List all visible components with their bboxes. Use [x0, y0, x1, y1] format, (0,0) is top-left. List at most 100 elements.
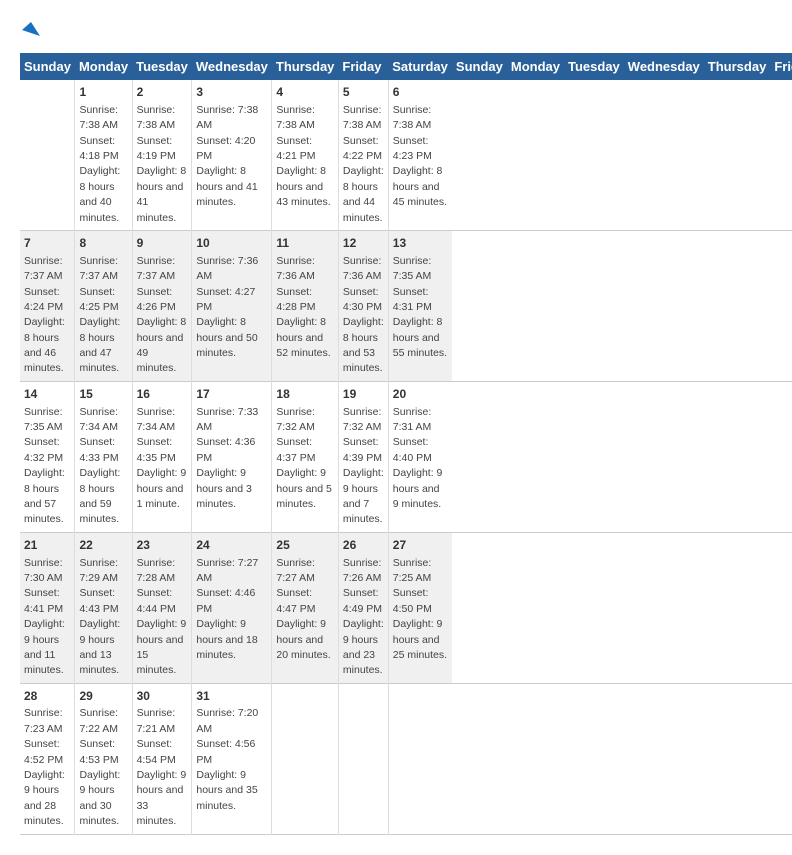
- col-header-wednesday: Wednesday: [624, 53, 704, 80]
- week-row-1: 1 Sunrise: 7:38 AM Sunset: 4:18 PM Dayli…: [20, 80, 792, 230]
- sunrise-text: Sunrise: 7:26 AM: [343, 557, 382, 584]
- sunset-text: Sunset: 4:37 PM: [276, 436, 315, 463]
- daylight-text: Daylight: 8 hours and 50 minutes.: [196, 316, 257, 359]
- daylight-text: Daylight: 9 hours and 23 minutes.: [343, 618, 384, 676]
- day-cell-14: 14 Sunrise: 7:35 AM Sunset: 4:32 PM Dayl…: [20, 381, 75, 532]
- day-number: 30: [137, 688, 188, 705]
- daylight-text: Daylight: 9 hours and 30 minutes.: [79, 769, 120, 827]
- daylight-text: Daylight: 8 hours and 49 minutes.: [137, 316, 187, 374]
- sunset-text: Sunset: 4:41 PM: [24, 587, 63, 614]
- sunrise-text: Sunrise: 7:32 AM: [276, 406, 315, 433]
- sunset-text: Sunset: 4:47 PM: [276, 587, 315, 614]
- sunrise-text: Sunrise: 7:27 AM: [196, 557, 258, 584]
- sunset-text: Sunset: 4:54 PM: [137, 738, 176, 765]
- daylight-text: Daylight: 8 hours and 59 minutes.: [79, 467, 120, 525]
- daylight-text: Daylight: 9 hours and 28 minutes.: [24, 769, 65, 827]
- sunrise-text: Sunrise: 7:34 AM: [137, 406, 176, 433]
- day-number: 11: [276, 235, 334, 252]
- calendar-table: SundayMondayTuesdayWednesdayThursdayFrid…: [20, 53, 792, 835]
- sunrise-text: Sunrise: 7:33 AM: [196, 406, 258, 433]
- day-cell-1: 1 Sunrise: 7:38 AM Sunset: 4:18 PM Dayli…: [75, 80, 132, 230]
- day-number: 26: [343, 537, 384, 554]
- sunrise-text: Sunrise: 7:23 AM: [24, 707, 63, 734]
- day-number: 25: [276, 537, 334, 554]
- sunset-text: Sunset: 4:44 PM: [137, 587, 176, 614]
- header-sunday: Sunday: [20, 53, 75, 80]
- day-cell-19: 19 Sunrise: 7:32 AM Sunset: 4:39 PM Dayl…: [338, 381, 388, 532]
- day-cell-26: 26 Sunrise: 7:26 AM Sunset: 4:49 PM Dayl…: [338, 532, 388, 683]
- empty-cell: [272, 683, 339, 834]
- sunset-text: Sunset: 4:28 PM: [276, 286, 315, 313]
- day-cell-15: 15 Sunrise: 7:34 AM Sunset: 4:33 PM Dayl…: [75, 381, 132, 532]
- sunrise-text: Sunrise: 7:35 AM: [393, 255, 432, 282]
- daylight-text: Daylight: 8 hours and 52 minutes.: [276, 316, 330, 359]
- sunset-text: Sunset: 4:35 PM: [137, 436, 176, 463]
- daylight-text: Daylight: 8 hours and 43 minutes.: [276, 165, 330, 208]
- daylight-text: Daylight: 8 hours and 41 minutes.: [196, 165, 257, 208]
- day-cell-4: 4 Sunrise: 7:38 AM Sunset: 4:21 PM Dayli…: [272, 80, 339, 230]
- day-cell-25: 25 Sunrise: 7:27 AM Sunset: 4:47 PM Dayl…: [272, 532, 339, 683]
- day-number: 8: [79, 235, 127, 252]
- day-cell-21: 21 Sunrise: 7:30 AM Sunset: 4:41 PM Dayl…: [20, 532, 75, 683]
- header-thursday: Thursday: [272, 53, 339, 80]
- day-number: 10: [196, 235, 267, 252]
- day-cell-6: 6 Sunrise: 7:38 AM Sunset: 4:23 PM Dayli…: [388, 80, 452, 230]
- day-number: 27: [393, 537, 448, 554]
- day-cell-30: 30 Sunrise: 7:21 AM Sunset: 4:54 PM Dayl…: [132, 683, 192, 834]
- sunrise-text: Sunrise: 7:37 AM: [137, 255, 176, 282]
- sunset-text: Sunset: 4:50 PM: [393, 587, 432, 614]
- day-number: 7: [24, 235, 70, 252]
- col-header-friday: Friday: [770, 53, 792, 80]
- day-number: 22: [79, 537, 127, 554]
- daylight-text: Daylight: 9 hours and 9 minutes.: [393, 467, 443, 510]
- sunset-text: Sunset: 4:49 PM: [343, 587, 382, 614]
- day-number: 18: [276, 386, 334, 403]
- sunset-text: Sunset: 4:30 PM: [343, 286, 382, 313]
- day-cell-2: 2 Sunrise: 7:38 AM Sunset: 4:19 PM Dayli…: [132, 80, 192, 230]
- sunset-text: Sunset: 4:25 PM: [79, 286, 118, 313]
- sunrise-text: Sunrise: 7:30 AM: [24, 557, 63, 584]
- day-cell-29: 29 Sunrise: 7:22 AM Sunset: 4:53 PM Dayl…: [75, 683, 132, 834]
- day-number: 4: [276, 84, 334, 101]
- sunset-text: Sunset: 4:36 PM: [196, 436, 255, 463]
- week-row-3: 14 Sunrise: 7:35 AM Sunset: 4:32 PM Dayl…: [20, 381, 792, 532]
- day-cell-10: 10 Sunrise: 7:36 AM Sunset: 4:27 PM Dayl…: [192, 230, 272, 381]
- day-cell-8: 8 Sunrise: 7:37 AM Sunset: 4:25 PM Dayli…: [75, 230, 132, 381]
- day-cell-13: 13 Sunrise: 7:35 AM Sunset: 4:31 PM Dayl…: [388, 230, 452, 381]
- col-header-tuesday: Tuesday: [564, 53, 624, 80]
- empty-cell: [338, 683, 388, 834]
- sunset-text: Sunset: 4:20 PM: [196, 135, 255, 162]
- col-header-thursday: Thursday: [704, 53, 771, 80]
- day-number: 19: [343, 386, 384, 403]
- sunset-text: Sunset: 4:31 PM: [393, 286, 432, 313]
- sunset-text: Sunset: 4:19 PM: [137, 135, 176, 162]
- daylight-text: Daylight: 8 hours and 40 minutes.: [79, 165, 120, 223]
- day-number: 3: [196, 84, 267, 101]
- day-number: 29: [79, 688, 127, 705]
- day-number: 23: [137, 537, 188, 554]
- sunset-text: Sunset: 4:53 PM: [79, 738, 118, 765]
- sunrise-text: Sunrise: 7:35 AM: [24, 406, 63, 433]
- daylight-text: Daylight: 9 hours and 1 minute.: [137, 467, 187, 510]
- day-number: 6: [393, 84, 448, 101]
- header-wednesday: Wednesday: [192, 53, 272, 80]
- sunset-text: Sunset: 4:21 PM: [276, 135, 315, 162]
- daylight-text: Daylight: 8 hours and 55 minutes.: [393, 316, 447, 359]
- daylight-text: Daylight: 9 hours and 20 minutes.: [276, 618, 330, 661]
- sunrise-text: Sunrise: 7:21 AM: [137, 707, 176, 734]
- day-cell-24: 24 Sunrise: 7:27 AM Sunset: 4:46 PM Dayl…: [192, 532, 272, 683]
- day-number: 20: [393, 386, 448, 403]
- sunrise-text: Sunrise: 7:32 AM: [343, 406, 382, 433]
- day-number: 9: [137, 235, 188, 252]
- sunset-text: Sunset: 4:56 PM: [196, 738, 255, 765]
- sunrise-text: Sunrise: 7:36 AM: [196, 255, 258, 282]
- day-number: 28: [24, 688, 70, 705]
- day-cell-17: 17 Sunrise: 7:33 AM Sunset: 4:36 PM Dayl…: [192, 381, 272, 532]
- daylight-text: Daylight: 9 hours and 7 minutes.: [343, 467, 384, 525]
- day-number: 15: [79, 386, 127, 403]
- sunset-text: Sunset: 4:39 PM: [343, 436, 382, 463]
- sunrise-text: Sunrise: 7:22 AM: [79, 707, 118, 734]
- day-number: 13: [393, 235, 448, 252]
- day-number: 16: [137, 386, 188, 403]
- day-cell-11: 11 Sunrise: 7:36 AM Sunset: 4:28 PM Dayl…: [272, 230, 339, 381]
